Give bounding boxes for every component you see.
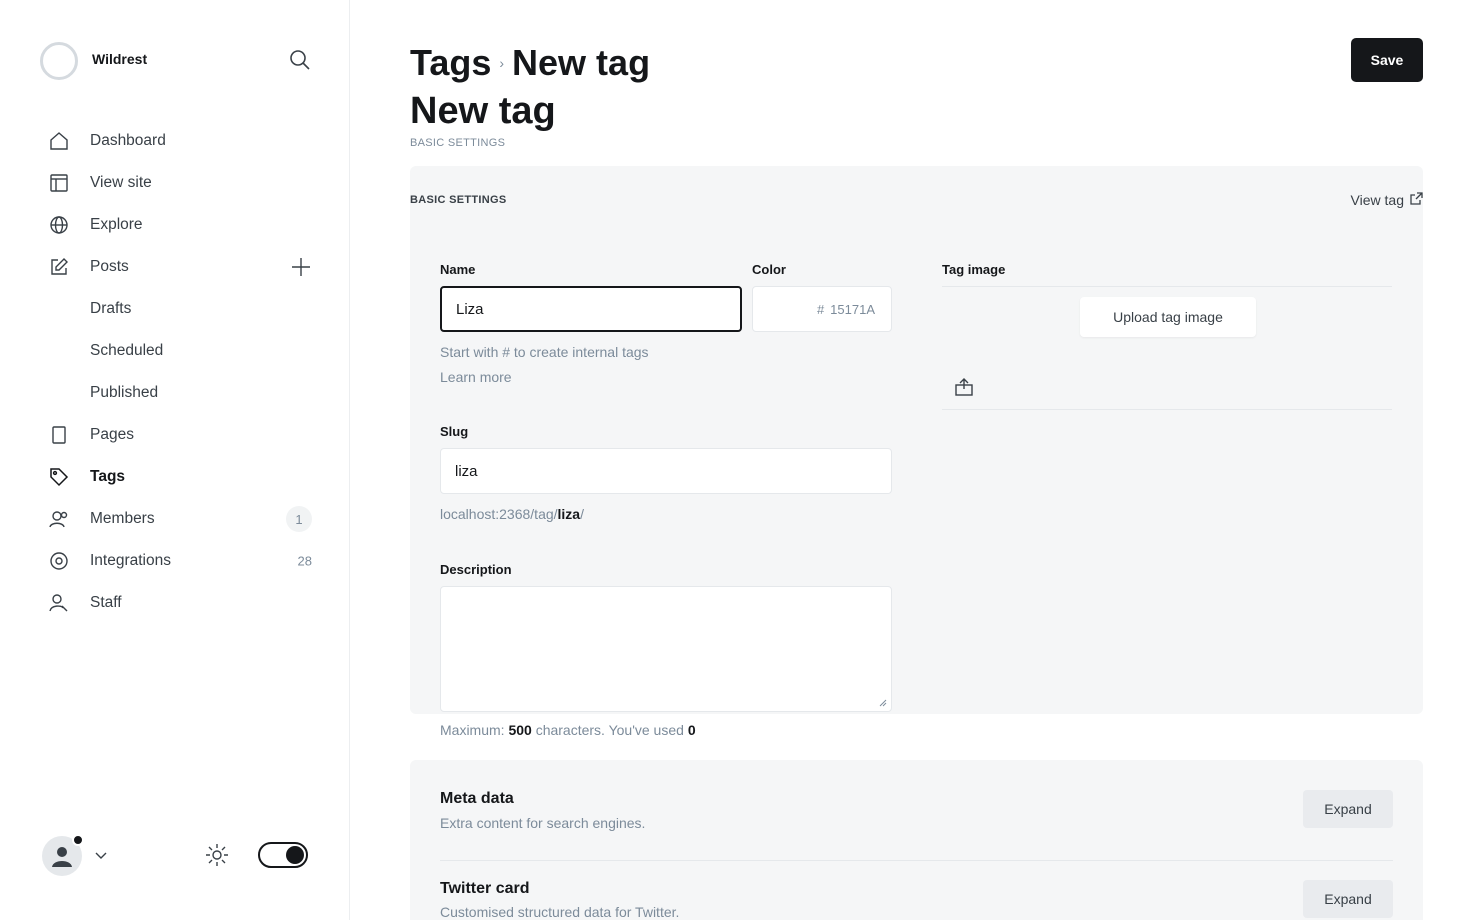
slug-url-suffix: / <box>580 506 584 522</box>
sidebar-item-label: Members <box>90 510 155 527</box>
view-tag-label: View tag <box>1350 192 1404 208</box>
sidebar-item-explore[interactable]: Explore <box>40 204 312 246</box>
sidebar-item-label: Integrations <box>90 552 171 569</box>
integrations-count: 28 <box>297 553 312 569</box>
slug-label: Slug <box>440 424 469 439</box>
basic-settings-card: BASIC SETTINGS View tag Name Liza Color … <box>410 166 1423 714</box>
color-value: 15171A <box>830 301 875 317</box>
chevron-down-icon[interactable] <box>92 846 110 864</box>
sidebar-item-label: Posts <box>90 258 129 275</box>
home-icon <box>48 130 70 152</box>
plus-icon[interactable] <box>290 256 312 278</box>
sidebar-item-label: Tags <box>90 468 126 485</box>
breadcrumb-separator: › <box>499 55 505 71</box>
image-icon <box>954 377 974 397</box>
save-button[interactable]: Save <box>1351 38 1423 82</box>
resize-handle-icon[interactable] <box>879 699 887 707</box>
sidebar-item-label: Scheduled <box>90 342 164 359</box>
slug-url-prefix: localhost:2368/tag/ <box>440 506 558 522</box>
section-kicker: BASIC SETTINGS <box>410 137 506 149</box>
members-count-badge: 1 <box>286 506 312 532</box>
char-count-used: 0 <box>687 722 696 738</box>
name-hint-text: Start with # to create internal tags <box>440 344 649 360</box>
meta-data-title: Meta data <box>440 790 514 807</box>
name-hint: Start with # to create internal tags <box>440 344 649 360</box>
sidebar-item-staff[interactable]: Staff <box>40 582 312 624</box>
site-logo[interactable] <box>40 42 78 80</box>
edit-icon <box>48 256 70 278</box>
sidebar-item-integrations[interactable]: Integrations 28 <box>40 540 312 582</box>
upload-tag-image-button[interactable]: Upload tag image <box>1080 297 1256 337</box>
sidebar-item-posts[interactable]: Posts <box>40 246 312 288</box>
tag-icon <box>48 466 70 488</box>
sidebar-item-drafts[interactable]: Drafts <box>40 288 312 330</box>
tag-image-label: Tag image <box>942 262 1006 277</box>
sidebar-item-label: Pages <box>90 426 134 443</box>
meta-data-expand-button[interactable]: Expand <box>1303 790 1393 828</box>
learn-more-text: Learn more <box>440 369 512 385</box>
tag-image-dropzone[interactable]: Upload tag image <box>942 286 1392 410</box>
char-count-max: 500 <box>508 722 532 738</box>
breadcrumb-current: New tag <box>512 42 651 83</box>
sidebar: Wildrest Dashboard View site Explore Pos… <box>0 0 350 920</box>
meta-data-subtitle: Extra content for search engines. <box>440 815 646 831</box>
main-nav: Dashboard View site Explore Posts Drafts <box>40 120 312 624</box>
sidebar-item-pages[interactable]: Pages <box>40 414 312 456</box>
sidebar-item-label: Dashboard <box>90 132 166 149</box>
sidebar-item-published[interactable]: Published <box>40 372 312 414</box>
learn-more-link[interactable]: Learn more <box>440 369 512 385</box>
sidebar-item-members[interactable]: Members 1 <box>40 498 312 540</box>
slug-url: localhost:2368/tag/liza/ <box>440 506 584 522</box>
slug-input[interactable]: liza <box>440 448 892 494</box>
page-icon <box>48 424 70 446</box>
expandable-sections: Meta data Extra content for search engin… <box>410 760 1423 920</box>
name-input[interactable]: Liza <box>440 286 742 332</box>
sidebar-item-label: Drafts <box>90 300 132 317</box>
search-icon[interactable] <box>288 48 312 72</box>
browser-icon <box>48 172 70 194</box>
page-title: New tag <box>410 90 556 132</box>
twitter-card-title: Twitter card <box>440 880 530 897</box>
color-hash: # <box>816 301 825 317</box>
name-label: Name <box>440 262 476 277</box>
main-content: Tags › New tag Save New tag BASIC SETTIN… <box>410 0 1423 920</box>
slug-url-slug: liza <box>557 506 581 522</box>
integrations-icon <box>48 550 70 572</box>
site-name[interactable]: Wildrest <box>92 51 147 67</box>
breadcrumb: Tags › New tag <box>410 42 650 84</box>
description-textarea[interactable] <box>440 586 892 712</box>
breadcrumb-tags-link[interactable]: Tags <box>410 42 491 84</box>
members-icon <box>48 508 70 530</box>
card-kicker: BASIC SETTINGS <box>410 194 507 206</box>
sidebar-item-label: Staff <box>90 594 122 611</box>
sidebar-item-tags[interactable]: Tags <box>40 456 312 498</box>
color-input[interactable]: # 15171A <box>752 286 892 332</box>
view-tag-link[interactable]: View tag <box>1351 192 1423 208</box>
twitter-card-subtitle: Customised structured data for Twitter. <box>440 904 680 920</box>
sidebar-item-view-site[interactable]: View site <box>40 162 312 204</box>
char-count-prefix: Maximum: <box>440 722 509 738</box>
twitter-card-expand-button[interactable]: Expand <box>1303 880 1393 918</box>
staff-icon <box>48 592 70 614</box>
sidebar-item-label: Explore <box>90 216 143 233</box>
sidebar-item-label: Published <box>90 384 159 401</box>
notification-dot <box>72 834 84 846</box>
description-label: Description <box>440 562 512 577</box>
color-label: Color <box>752 262 786 277</box>
description-char-count: Maximum: 500 characters. You've used 0 <box>440 722 696 738</box>
globe-icon <box>48 214 70 236</box>
gear-icon[interactable] <box>204 842 230 868</box>
char-count-mid: characters. You've used <box>531 722 688 738</box>
external-link-icon <box>1410 192 1423 208</box>
sidebar-item-scheduled[interactable]: Scheduled <box>40 330 312 372</box>
sidebar-item-label: View site <box>90 174 152 191</box>
section-divider <box>440 860 1393 861</box>
sidebar-footer <box>40 832 312 878</box>
sidebar-item-dashboard[interactable]: Dashboard <box>40 120 312 162</box>
dark-mode-toggle[interactable] <box>258 842 308 868</box>
site-header: Wildrest <box>40 40 312 80</box>
